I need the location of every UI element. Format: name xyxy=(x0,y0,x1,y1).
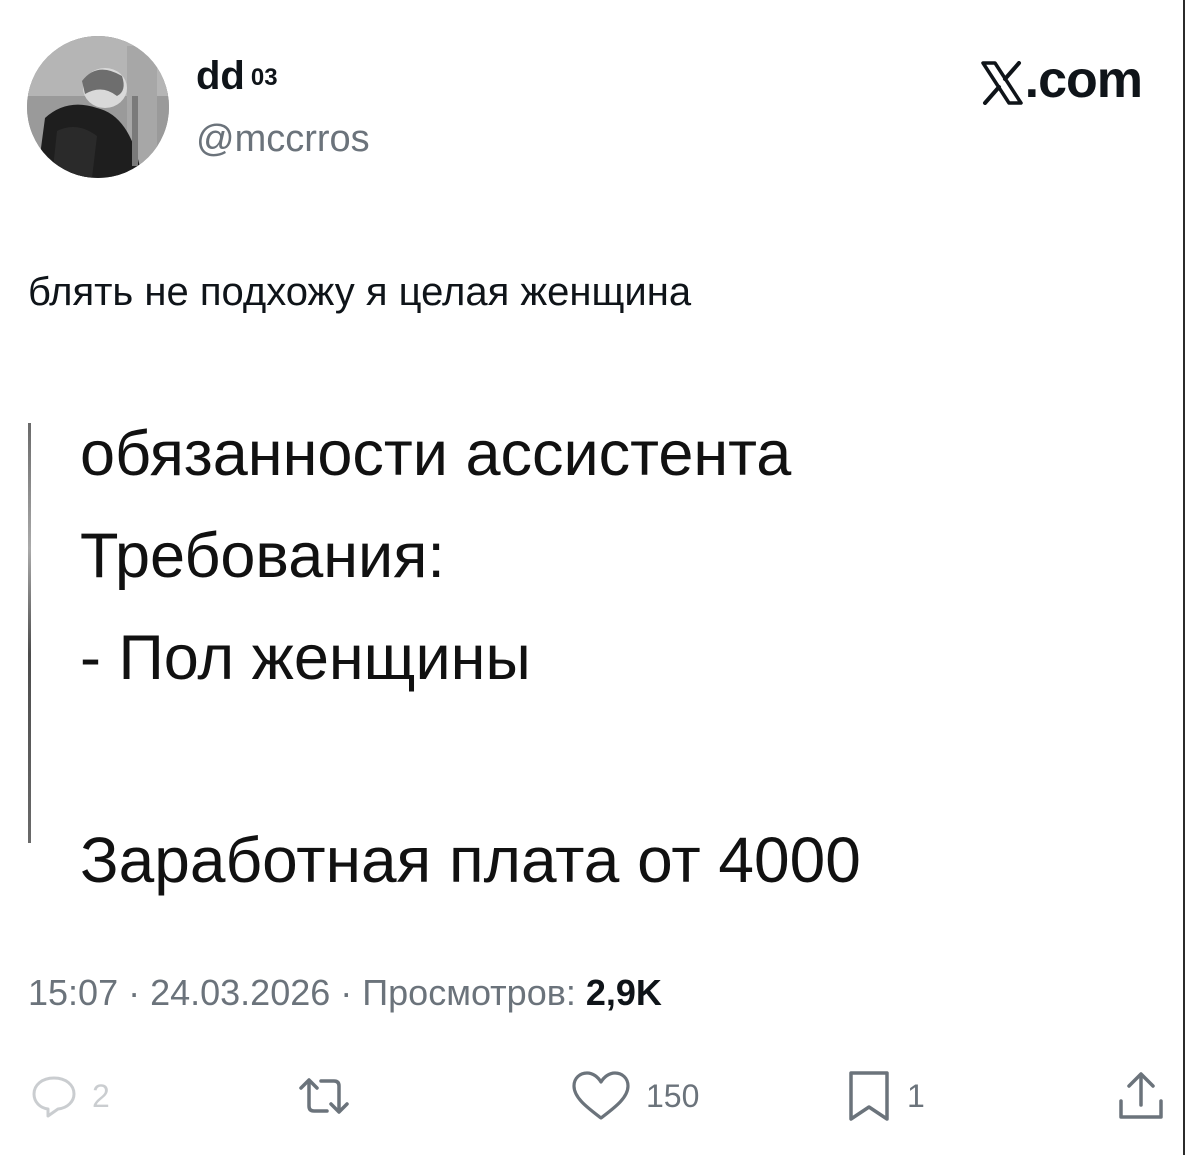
meta-separator: · xyxy=(118,972,151,1013)
right-edge-divider xyxy=(1183,0,1185,1155)
embed-bottom-crop xyxy=(68,910,1168,926)
display-name[interactable]: dd 03 xyxy=(196,52,278,100)
embed-line-salary: Заработная плата от 4000 xyxy=(80,824,861,896)
user-handle[interactable]: @mccrros xyxy=(196,116,370,162)
display-name-text: dd xyxy=(196,54,245,98)
views-count: 2,9K xyxy=(585,972,662,1013)
x-logo-icon xyxy=(980,58,1023,105)
repost-button[interactable] xyxy=(295,1068,367,1124)
share-button[interactable] xyxy=(1116,1068,1166,1124)
embed-line-gender: - Пол женщины xyxy=(80,623,531,693)
embed-line-requirements: Требования: xyxy=(80,521,445,591)
bookmark-count: 1 xyxy=(907,1077,925,1114)
x-brand: .com xyxy=(980,51,1143,109)
reply-count: 2 xyxy=(92,1077,110,1114)
avatar-photo xyxy=(27,36,169,178)
embed-line-duties: обязанности ассистента xyxy=(80,419,792,489)
embed-left-border xyxy=(28,423,31,843)
share-icon xyxy=(1119,1072,1163,1119)
tweet-time[interactable]: 15:07 xyxy=(28,972,118,1013)
avatar[interactable] xyxy=(27,36,169,178)
brand-domain: .com xyxy=(1024,51,1143,109)
repost-icon xyxy=(299,1078,349,1114)
bookmark-icon xyxy=(849,1071,889,1121)
tweet-date[interactable]: 24.03.2026 xyxy=(150,972,330,1013)
reply-icon xyxy=(32,1076,76,1118)
bookmark-button[interactable]: 1 xyxy=(845,1068,925,1124)
heart-icon xyxy=(572,1071,630,1120)
tweet-card: dd 03 @mccrros .com блять не подхожу я це… xyxy=(0,0,1200,1155)
like-button[interactable]: 150 xyxy=(570,1068,699,1124)
embedded-image[interactable]: обязанности ассистента Требования: - Пол… xyxy=(28,398,1168,926)
tweet-meta: 15:07 · 24.03.2026 · Просмотров: 2,9K xyxy=(28,970,662,1016)
views-label: Просмотров: xyxy=(362,972,576,1013)
like-count: 150 xyxy=(646,1077,700,1114)
display-name-superscript: 03 xyxy=(250,64,278,91)
meta-separator: · xyxy=(330,972,363,1013)
reply-button[interactable]: 2 xyxy=(30,1068,110,1124)
tweet-text: блять не подхожу я целая женщина xyxy=(28,270,692,314)
